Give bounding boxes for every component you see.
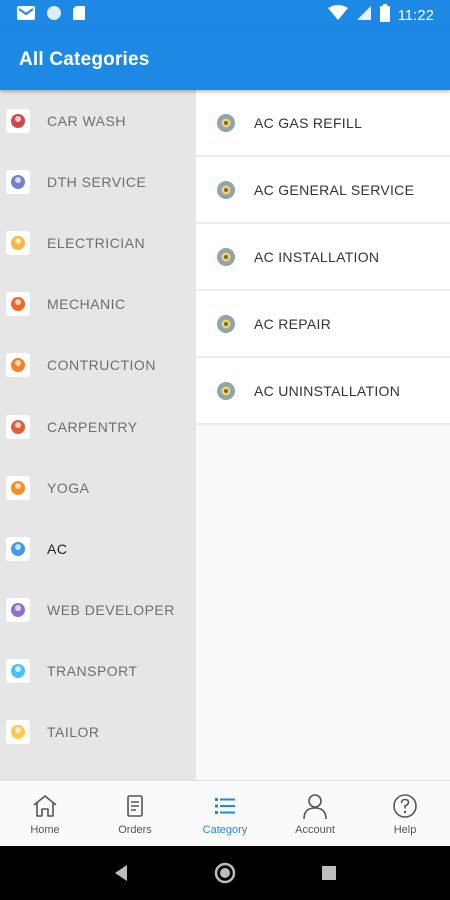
- sidebar-item-label: CONTRUCTION: [47, 357, 156, 374]
- transport-icon: [6, 659, 30, 684]
- sidebar-item-transport[interactable]: TRANSPORT: [0, 641, 196, 702]
- sidebar-item-tailor[interactable]: TAILOR: [0, 702, 196, 763]
- gear-icon: [215, 112, 237, 134]
- sidebar-item-label: DTH SERVICE: [47, 173, 147, 190]
- wifi-icon: [327, 5, 348, 25]
- sidebar-item-carpentry[interactable]: CARPENTRY: [0, 396, 196, 457]
- sidebar-item-yoga[interactable]: YOGA: [0, 457, 196, 518]
- nav-help-label: Help: [393, 824, 417, 836]
- nav-category-label: Category: [202, 824, 248, 836]
- gear-icon: [215, 380, 237, 402]
- nav-account-label: Account: [295, 824, 335, 836]
- help-icon: [393, 794, 417, 818]
- gear-icon: [215, 313, 237, 335]
- subcategory-label: AC GAS REFILL: [254, 114, 363, 131]
- sidebar-item-label: CARPENTRY: [47, 418, 138, 435]
- battery-icon: [379, 4, 390, 26]
- sidebar-item-electrician[interactable]: ELECTRICIAN: [0, 212, 196, 273]
- gear-icon: [215, 246, 237, 268]
- nav-home-label: Home: [30, 824, 60, 836]
- system-nav-bar: [0, 846, 450, 900]
- sidebar-item-label: WEB DEVELOPER: [47, 602, 175, 619]
- subcategory-item[interactable]: AC INSTALLATION: [196, 224, 450, 291]
- recents-icon[interactable]: [321, 865, 337, 881]
- mechanic-icon: [6, 292, 30, 317]
- subcategory-item[interactable]: AC UNINSTALLATION: [196, 358, 450, 425]
- circle-icon: [46, 5, 62, 26]
- home-icon: [33, 795, 57, 817]
- subcategory-label: AC GENERAL SERVICE: [254, 181, 415, 198]
- yoga-icon: [6, 475, 30, 500]
- nav-category[interactable]: Category: [180, 781, 270, 846]
- status-bar: 11:22: [0, 0, 450, 30]
- nav-orders[interactable]: Orders: [90, 781, 180, 846]
- car-wash-icon: [6, 108, 30, 133]
- subcategory-label: AC INSTALLATION: [254, 248, 380, 265]
- category-icon: [215, 798, 235, 814]
- signal-icon: [356, 5, 372, 25]
- sidebar-item-web-developer[interactable]: WEB DEVELOPER: [0, 580, 196, 641]
- carpentry-icon: [6, 414, 30, 439]
- account-icon: [303, 794, 327, 820]
- bottom-nav: Home Orders Category Account Help: [0, 780, 450, 846]
- status-right-icons: 11:22: [327, 4, 434, 26]
- sidebar-item-label: TRANSPORT: [47, 663, 138, 680]
- gear-icon: [215, 179, 237, 201]
- sidebar-item-mechanic[interactable]: MECHANIC: [0, 274, 196, 335]
- category-sidebar: CAR WASH DTH SERVICE ELECTRICIAN MECHANIC CO…: [0, 90, 196, 780]
- nav-help[interactable]: Help: [360, 781, 450, 846]
- sidebar-item-label: MECHANIC: [47, 296, 126, 313]
- subcategory-item[interactable]: AC GAS REFILL: [196, 90, 450, 157]
- sidebar-item-dth[interactable]: DTH SERVICE: [0, 151, 196, 212]
- home-circle-icon[interactable]: [214, 862, 236, 884]
- gmail-icon: [16, 5, 36, 26]
- sidebar-item-label: AC: [47, 540, 68, 557]
- tailor-icon: [6, 720, 30, 745]
- nav-account[interactable]: Account: [270, 781, 360, 846]
- subcategory-item[interactable]: AC GENERAL SERVICE: [196, 157, 450, 224]
- construction-icon: [6, 353, 30, 378]
- subcategory-list: AC GAS REFILL AC GENERAL SERVICE AC INSTAL…: [196, 90, 450, 780]
- sidebar-item-construction[interactable]: CONTRUCTION: [0, 335, 196, 396]
- sidebar-item-label: ELECTRICIAN: [47, 234, 146, 251]
- status-left-icons: [16, 5, 86, 26]
- ac-icon: [6, 536, 30, 561]
- subcategory-label: AC REPAIR: [254, 315, 332, 332]
- subcategory-item[interactable]: AC REPAIR: [196, 291, 450, 358]
- electrician-icon: [6, 230, 30, 255]
- subcategory-label: AC UNINSTALLATION: [254, 382, 401, 399]
- orders-icon: [127, 795, 143, 817]
- sidebar-item-label: TAILOR: [47, 724, 100, 741]
- sidebar-item-car-wash[interactable]: CAR WASH: [0, 90, 196, 151]
- app-bar: All Categories: [0, 30, 450, 90]
- dth-icon: [6, 169, 30, 194]
- page-title: All Categories: [19, 49, 150, 70]
- nav-orders-label: Orders: [118, 824, 152, 836]
- web-developer-icon: [6, 598, 30, 623]
- sidebar-item-label: YOGA: [47, 479, 90, 496]
- sidebar-item-ac[interactable]: AC: [0, 518, 196, 579]
- sidebar-item-label: CAR WASH: [47, 112, 126, 129]
- status-time: 11:22: [397, 6, 434, 24]
- nav-home[interactable]: Home: [0, 781, 90, 846]
- sd-card-icon: [72, 5, 86, 26]
- back-icon[interactable]: [113, 864, 129, 882]
